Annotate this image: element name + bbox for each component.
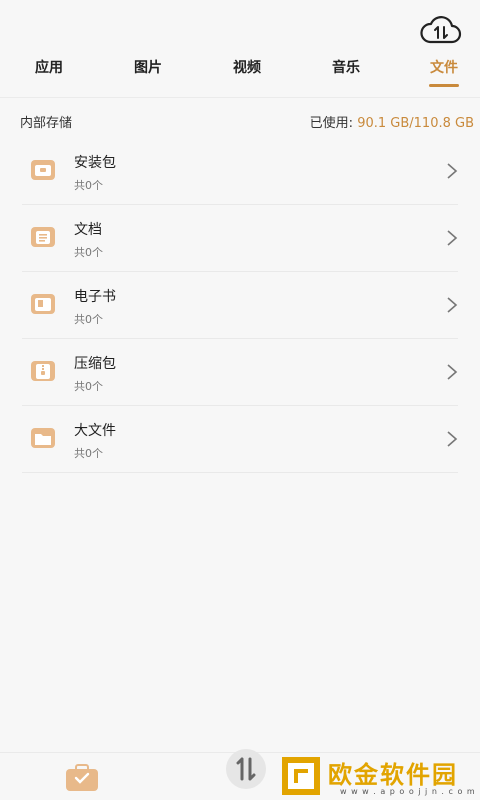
usage-prefix: 已使用:: [309, 116, 354, 131]
list-item-documents[interactable]: 文档 共0个: [0, 205, 480, 272]
storage-label: 内部存储: [20, 116, 73, 131]
item-title: 安装包: [74, 155, 116, 171]
item-count: 共0个: [74, 380, 103, 393]
file-category-list: 安装包 共0个 文档 共0个 电子书 共0个 压缩包 共0个 大文件 共0个: [0, 138, 480, 473]
active-tab-indicator: [429, 84, 459, 87]
watermark: 欧金软件园 w w w . a p o o j j n . c o m: [280, 753, 480, 800]
divider: [22, 472, 458, 473]
tab-label: 图片: [134, 60, 162, 76]
chevron-right-icon: [447, 163, 458, 179]
folder-icon: [31, 428, 55, 448]
divider: [0, 97, 480, 98]
list-item-package[interactable]: 安装包 共0个: [0, 138, 480, 205]
tab-videos[interactable]: 视频: [217, 58, 277, 90]
tab-label: 音乐: [332, 60, 360, 76]
chevron-right-icon: [447, 297, 458, 313]
item-count: 共0个: [74, 179, 103, 192]
watermark-logo-icon: [282, 757, 320, 795]
chevron-right-icon: [447, 230, 458, 246]
tab-label: 视频: [233, 60, 261, 76]
item-count: 共0个: [74, 246, 103, 259]
watermark-text: 欧金软件园: [328, 761, 458, 789]
list-item-ebooks[interactable]: 电子书 共0个: [0, 272, 480, 339]
top-bar: [0, 0, 480, 50]
item-title: 文档: [74, 222, 102, 238]
usage-value: 90.1 GB/110.8 GB: [357, 116, 474, 131]
tab-label: 文件: [430, 60, 458, 76]
storage-usage: 已使用: 90.1 GB/110.8 GB: [310, 112, 474, 131]
ebook-icon: [31, 294, 55, 314]
archive-icon: [31, 361, 55, 381]
item-title: 压缩包: [74, 356, 116, 372]
tab-images[interactable]: 图片: [118, 58, 178, 90]
briefcase-icon[interactable]: [62, 763, 102, 793]
item-count: 共0个: [74, 313, 103, 326]
tab-music[interactable]: 音乐: [316, 58, 376, 90]
category-tabs: 应用 图片 视频 音乐 文件: [0, 50, 480, 96]
package-icon: [31, 160, 55, 180]
item-title: 大文件: [74, 423, 116, 439]
tab-apps[interactable]: 应用: [19, 58, 79, 90]
cloud-transfer-icon[interactable]: [420, 16, 462, 46]
item-title: 电子书: [74, 289, 116, 305]
tab-label: 应用: [35, 60, 63, 76]
bottom-bar: 欧金软件园 w w w . a p o o j j n . c o m: [0, 749, 480, 800]
item-count: 共0个: [74, 447, 103, 460]
document-icon: [31, 227, 55, 247]
watermark-url: w w w . a p o o j j n . c o m: [340, 787, 476, 796]
tab-files[interactable]: 文件: [414, 58, 474, 90]
list-item-large-files[interactable]: 大文件 共0个: [0, 406, 480, 473]
storage-summary: 内部存储 已使用: 90.1 GB/110.8 GB: [0, 104, 480, 134]
transfer-icon[interactable]: [222, 747, 270, 791]
chevron-right-icon: [447, 364, 458, 380]
list-item-archives[interactable]: 压缩包 共0个: [0, 339, 480, 406]
chevron-right-icon: [447, 431, 458, 447]
